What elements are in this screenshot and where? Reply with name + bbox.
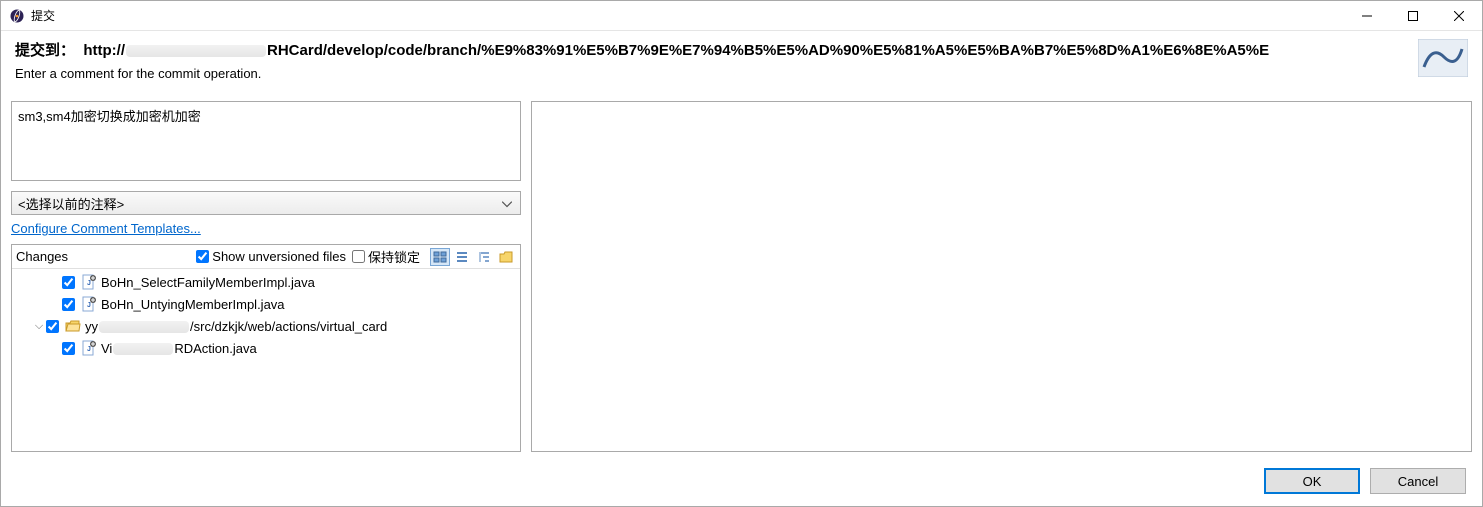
previous-comments-dropdown[interactable]: <选择以前的注释> xyxy=(11,191,521,215)
file-name: ViRDAction.java xyxy=(101,341,257,356)
tree-row[interactable]: J BoHn_UntyingMemberImpl.java xyxy=(12,293,520,315)
file-checkbox[interactable] xyxy=(62,342,75,355)
changes-tree[interactable]: J BoHn_SelectFamilyMemberImpl.java J BoH… xyxy=(12,269,520,451)
folder-icon xyxy=(499,250,513,264)
chevron-down-icon xyxy=(502,196,512,211)
dropdown-label: <选择以前的注释> xyxy=(18,194,124,213)
subversive-logo-icon xyxy=(1418,39,1468,77)
close-button[interactable] xyxy=(1436,1,1482,30)
view-compressed-button[interactable] xyxy=(474,248,494,266)
svg-text:J: J xyxy=(87,346,91,353)
compressed-icon xyxy=(477,250,491,264)
commit-target: 提交到： http://RHCard/develop/code/branch/%… xyxy=(15,39,1408,60)
main-area: <选择以前的注释> Configure Comment Templates...… xyxy=(1,91,1482,456)
keep-locks-checkbox[interactable]: 保持锁定 xyxy=(352,247,420,266)
java-file-icon: J xyxy=(81,274,97,290)
flat-list-icon xyxy=(433,250,447,264)
changes-toolbar: Changes Show unversioned files 保持锁定 xyxy=(12,245,520,269)
show-unversioned-checkbox[interactable]: Show unversioned files xyxy=(196,249,346,264)
changes-label: Changes xyxy=(16,249,68,264)
file-checkbox[interactable] xyxy=(62,298,75,311)
minimize-button[interactable] xyxy=(1344,1,1390,30)
tree-icon xyxy=(455,250,469,264)
title-text: 提交 xyxy=(31,7,55,24)
cancel-button[interactable]: Cancel xyxy=(1370,468,1466,494)
eclipse-icon xyxy=(9,8,25,24)
ok-button[interactable]: OK xyxy=(1264,468,1360,494)
banner-subtitle: Enter a comment for the commit operation… xyxy=(15,66,1408,81)
window-controls xyxy=(1344,1,1482,30)
svg-text:J: J xyxy=(87,280,91,287)
minimize-icon xyxy=(1362,11,1372,21)
tree-row[interactable]: J ViRDAction.java xyxy=(12,337,520,359)
footer: OK Cancel xyxy=(1,456,1482,506)
file-name: BoHn_UntyingMemberImpl.java xyxy=(101,297,285,312)
banner: 提交到： http://RHCard/develop/code/branch/%… xyxy=(1,31,1482,91)
maximize-icon xyxy=(1408,11,1418,21)
folder-open-icon xyxy=(65,318,81,334)
java-file-icon: J xyxy=(81,296,97,312)
changes-panel: Changes Show unversioned files 保持锁定 xyxy=(11,244,521,452)
title-bar: 提交 xyxy=(1,1,1482,31)
view-tree-button[interactable] xyxy=(452,248,472,266)
commit-dialog: 提交 提交到： http://RHCard/develop/code/branc… xyxy=(0,0,1483,507)
close-icon xyxy=(1454,11,1464,21)
view-flat-button[interactable] xyxy=(430,248,450,266)
tree-row[interactable]: J BoHn_SelectFamilyMemberImpl.java xyxy=(12,271,520,293)
collapse-all-button[interactable] xyxy=(496,248,516,266)
folder-checkbox[interactable] xyxy=(46,320,59,333)
svg-text:J: J xyxy=(87,302,91,309)
file-name: BoHn_SelectFamilyMemberImpl.java xyxy=(101,275,315,290)
tree-row[interactable]: ⌵ yy/src/dzkjk/web/actions/virtual_card xyxy=(12,315,520,337)
java-file-icon: J xyxy=(81,340,97,356)
folder-name: yy/src/dzkjk/web/actions/virtual_card xyxy=(85,319,387,334)
configure-templates-link[interactable]: Configure Comment Templates... xyxy=(11,221,521,236)
expander-icon[interactable]: ⌵ xyxy=(32,320,46,333)
left-column: <选择以前的注释> Configure Comment Templates...… xyxy=(11,101,521,452)
file-checkbox[interactable] xyxy=(62,276,75,289)
commit-message-input[interactable] xyxy=(11,101,521,181)
maximize-button[interactable] xyxy=(1390,1,1436,30)
diff-preview-pane[interactable] xyxy=(531,101,1472,452)
